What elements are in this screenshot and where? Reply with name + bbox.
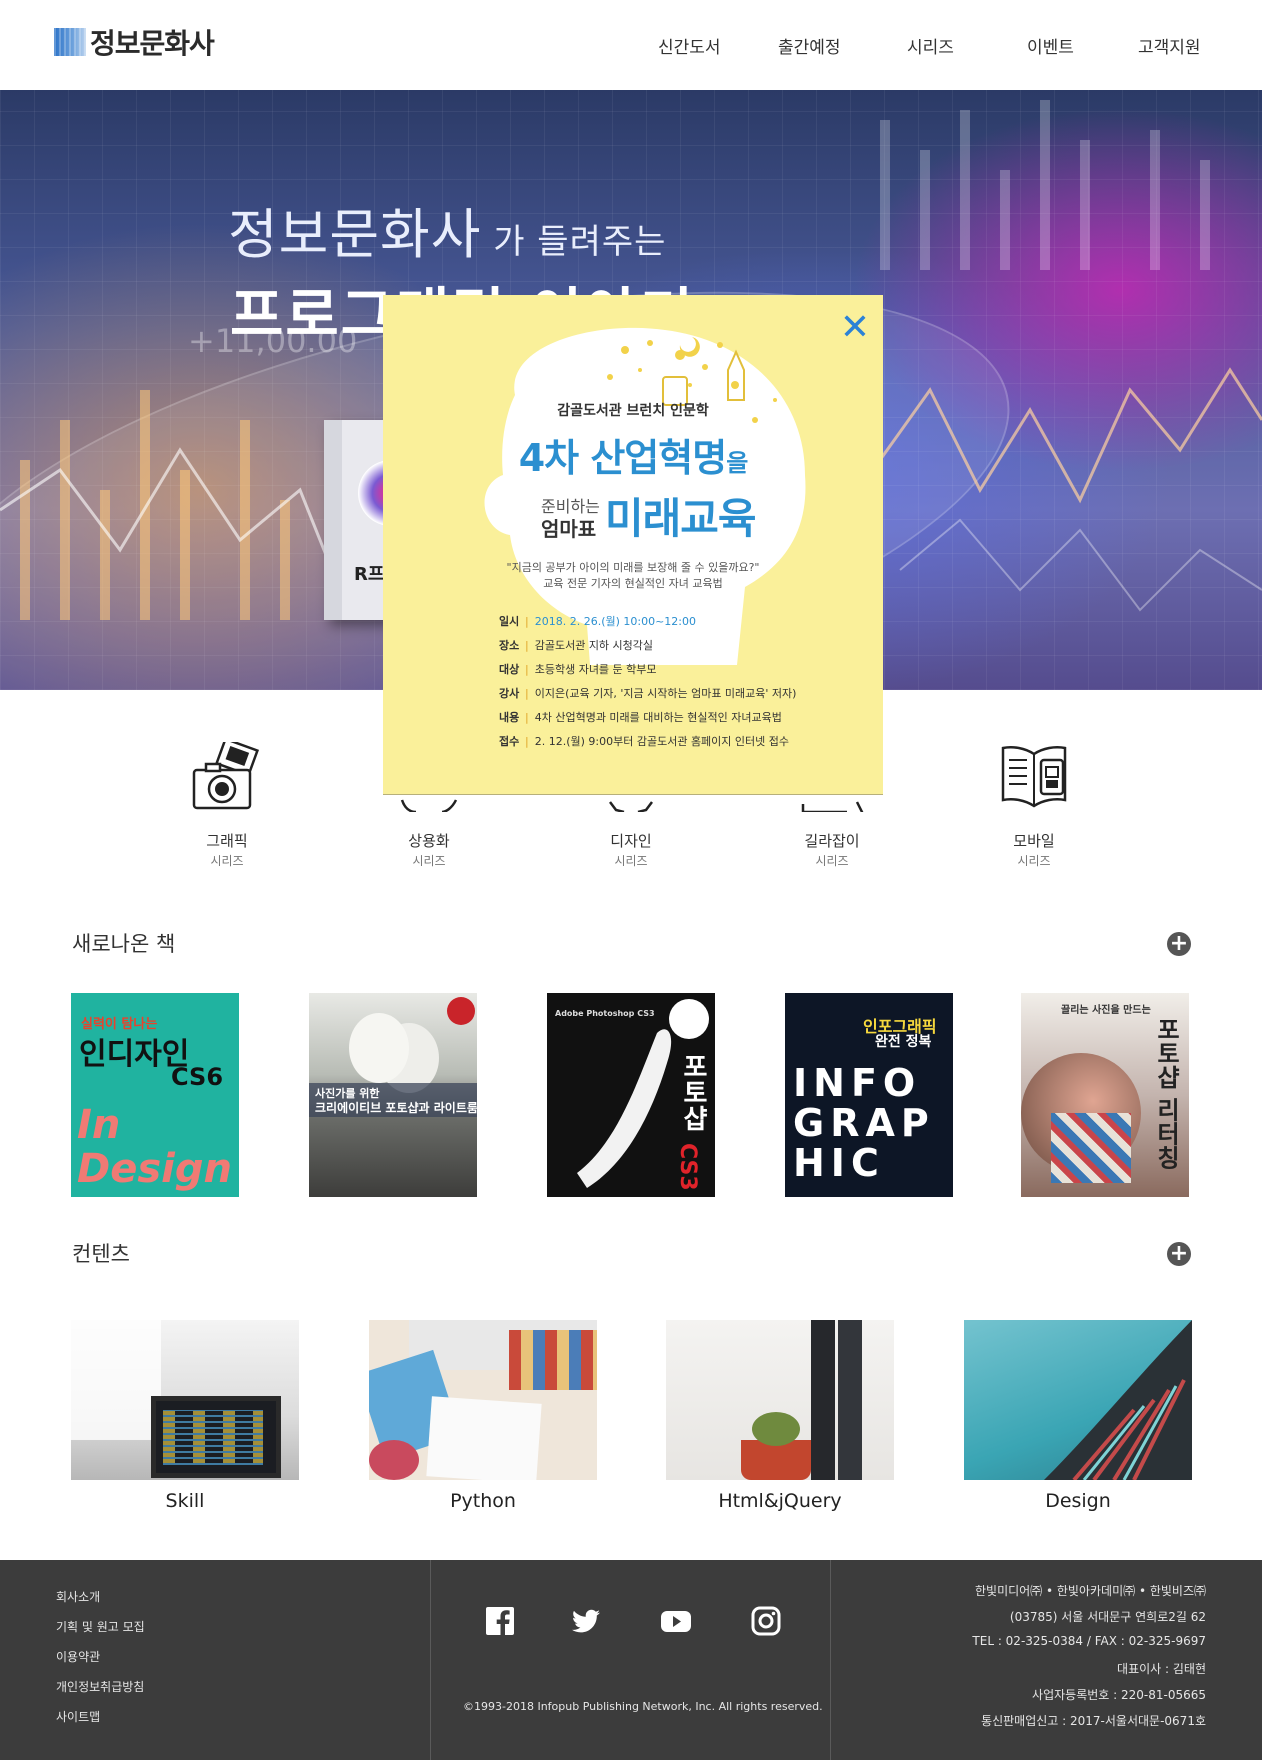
popup-title-2: 미래교육: [605, 494, 757, 543]
instagram-icon[interactable]: [751, 1606, 781, 1636]
piggy-icon: [400, 799, 458, 812]
contents-title: 컨텐츠: [72, 1242, 130, 1266]
content-image-html: [666, 1320, 894, 1480]
header: 정보문화사 신간도서 출간예정 시리즈 이벤트 고객지원: [0, 0, 1262, 90]
content-card-skill[interactable]: Skill: [71, 1320, 299, 1512]
nav-upcoming[interactable]: 출간예정: [778, 33, 841, 58]
series-graphic[interactable]: 그래픽 시리즈: [147, 730, 307, 880]
footer: 회사소개 기획 및 원고 모집 이용약관 개인정보취급방침 사이트맵 ©1993…: [0, 1560, 1262, 1760]
page: 정보문화사 신간도서 출간예정 시리즈 이벤트 고객지원 정보문화사 가 들려주…: [0, 0, 1262, 1760]
facebook-icon[interactable]: [485, 1606, 515, 1636]
company-info-line: TEL : 02-325-0384 / FAX : 02-325-9697: [972, 1634, 1206, 1648]
popup-info-row: 장소 | 감골도서관 지하 시청각실: [499, 639, 654, 652]
content-card-html[interactable]: Html&jQuery: [666, 1320, 894, 1512]
social-links: [485, 1606, 805, 1646]
footer-link-terms[interactable]: 이용약관: [56, 1650, 145, 1680]
popup-info-row: 대상 | 초등학생 자녀를 둔 학부모: [499, 663, 657, 676]
company-info-line: 통신판매업신고 : 2017-서울서대문-0671호: [981, 1714, 1206, 1728]
book-cover-indesign[interactable]: 실력이 탐나는 인디자인 CS6 In Design: [71, 993, 239, 1197]
series-guide[interactable]: 길라잡이 시리즈: [752, 730, 912, 880]
book-cover-retouching[interactable]: 끌리는 사진을 만드는 포토샵 리터칭: [1021, 993, 1189, 1197]
book-cover-creative-photoshop[interactable]: 사진가를 위한 크리에이티브 포토샵과 라이트룸: [309, 993, 477, 1197]
company-info-line: 대표이사 : 김태현: [1117, 1662, 1206, 1676]
content-image-python: [369, 1320, 597, 1480]
footer-link-recruit[interactable]: 기획 및 원고 모집: [56, 1620, 145, 1650]
company-info-line: 한빛미디어㈜ • 한빛아카데미㈜ • 한빛비즈㈜: [974, 1584, 1206, 1598]
camera-icon: [192, 742, 260, 810]
series-commercial[interactable]: 상용화 시리즈: [349, 730, 509, 880]
youtube-icon[interactable]: [661, 1606, 691, 1636]
twitter-icon[interactable]: [571, 1606, 601, 1636]
company-info: 한빛미디어㈜ • 한빛아카데미㈜ • 한빛비즈㈜ (03785) 서울 서대문구…: [972, 1582, 1206, 1738]
new-books-title: 새로나온 책: [72, 932, 176, 956]
footer-link-company[interactable]: 회사소개: [56, 1590, 145, 1620]
series-mobile[interactable]: 모바일 시리즈: [954, 730, 1114, 880]
footer-link-sitemap[interactable]: 사이트맵: [56, 1710, 145, 1740]
book-cover-photoshop-cs3[interactable]: Adobe Photoshop CS3 포토샵 CS3: [547, 993, 715, 1197]
popup-close-icon[interactable]: ✕: [839, 310, 871, 346]
book-mobile-icon: [1001, 746, 1067, 808]
series-design[interactable]: 디자인 시리즈: [551, 730, 711, 880]
nav-series[interactable]: 시리즈: [907, 33, 954, 58]
main-nav: 신간도서 출간예정 시리즈 이벤트 고객지원: [0, 33, 1262, 58]
company-info-line: 사업자등록번호 : 220-81-05665: [1032, 1688, 1206, 1702]
event-popup[interactable]: ✕ 감골도서관 브런치 인문학 4차 산업혁명을 준비하는 엄마표 미래교육 "…: [383, 295, 883, 795]
board-icon: [801, 801, 864, 812]
new-books-more-icon[interactable]: +: [1167, 932, 1191, 956]
popup-info-row: 강사 | 이지은(교육 기자, '지금 시작하는 엄마표 미래교육' 저자): [499, 687, 797, 700]
nav-support[interactable]: 고객지원: [1138, 33, 1201, 58]
content-card-design[interactable]: Design: [964, 1320, 1192, 1512]
footer-links: 회사소개 기획 및 원고 모집 이용약관 개인정보취급방침 사이트맵: [56, 1590, 145, 1740]
content-image-skill: [71, 1320, 299, 1480]
footer-link-privacy[interactable]: 개인정보취급방침: [56, 1680, 145, 1710]
contents-more-icon[interactable]: +: [1167, 1242, 1191, 1266]
content-card-python[interactable]: Python: [369, 1320, 597, 1512]
company-info-line: (03785) 서울 서대문구 연희로2길 62: [1009, 1610, 1206, 1624]
series-menu: 그래픽 시리즈 상용화 시리즈 디자인 시리즈 길라잡이 시리즈 모바일 시리즈: [0, 730, 1262, 880]
book-cover-infographic[interactable]: 인포그래픽 완전 정복 INFOGRAPHIC: [785, 993, 953, 1197]
popup-info-row: 일시 | 2018. 2. 26.(월) 10:00~12:00: [499, 615, 697, 628]
popup-label: 감골도서관 브런치 인문학: [557, 403, 709, 419]
hero-heading: 정보문화사 가 들려주는: [228, 203, 667, 266]
popup-title: 4차 산업혁명을: [518, 436, 749, 480]
nav-event[interactable]: 이벤트: [1027, 33, 1074, 58]
content-image-design: [964, 1320, 1192, 1480]
nav-new-books[interactable]: 신간도서: [658, 33, 721, 58]
popup-quote: "지금의 공부가 아이의 미래를 보장해 줄 수 있을까요?" 교육 전문 기자…: [506, 561, 760, 590]
shirt-icon: [609, 801, 653, 812]
popup-subtitle-2: 엄마표: [541, 517, 597, 541]
